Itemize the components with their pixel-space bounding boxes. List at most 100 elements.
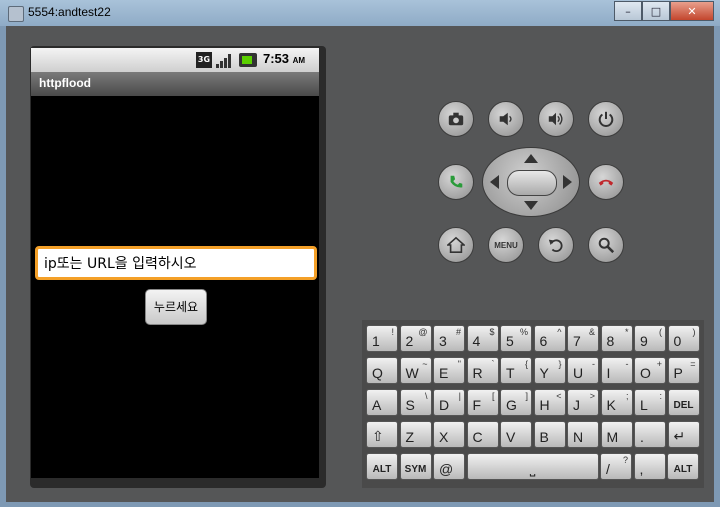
call-button[interactable] — [438, 164, 474, 200]
key-4-label: 4 — [472, 333, 481, 349]
key-h[interactable]: H < — [533, 389, 566, 416]
key-i[interactable]: I- — [600, 357, 633, 384]
key-o[interactable]: O + — [634, 357, 666, 384]
submit-button[interactable]: 누르세요 — [145, 289, 207, 325]
menu-button[interactable]: MENU — [488, 227, 524, 263]
key-at[interactable]: @ — [433, 453, 465, 480]
key-7[interactable]: 7 & — [567, 325, 599, 352]
key-z[interactable]: Z — [399, 421, 432, 448]
key-a[interactable]: A — [366, 389, 398, 416]
key-d-alt-label: | — [458, 391, 461, 401]
key-c[interactable]: C — [466, 421, 499, 448]
key-comma-label: , — [639, 461, 644, 477]
power-button[interactable] — [588, 101, 624, 137]
key-m-label: M — [606, 429, 619, 445]
key-space[interactable]: ⎵ — [466, 453, 599, 480]
volume-up-button[interactable] — [538, 101, 574, 137]
key-w[interactable]: W ~ — [399, 357, 432, 384]
device-screen: 3G 7:53 AM httpflood ip또는 URL을 입력하시오 누르세… — [31, 48, 319, 478]
hardware-keyboard: 1! 2 @3 #4 $5% 6 ^ 7 & 8 * 9(0) Q W ~ E " R ` T{Y} U - I - O + P = A… — [362, 320, 704, 488]
key-0-label: 0 — [673, 333, 682, 349]
dpad[interactable] — [482, 147, 580, 217]
key-r-label: R — [472, 365, 483, 381]
back-button[interactable] — [538, 227, 574, 263]
key-u[interactable]: U- — [567, 357, 599, 384]
key-alt-right[interactable]: ALT — [667, 453, 699, 480]
emulator-window: 5554:andtest22 – □ ✕ 3G 7:53 AM httpfloo… — [0, 0, 720, 507]
search-icon — [598, 237, 615, 254]
key-n-label: N — [573, 429, 584, 445]
url-input[interactable]: ip또는 URL을 입력하시오 — [35, 246, 317, 280]
minimize-button[interactable]: – — [614, 1, 642, 21]
key-g[interactable]: G] — [500, 389, 532, 416]
dpad-right-icon[interactable] — [563, 175, 572, 189]
search-button[interactable] — [588, 227, 624, 263]
dpad-up-icon[interactable] — [524, 154, 538, 163]
key-6[interactable]: 6 ^ — [533, 325, 566, 352]
key-b[interactable]: B — [533, 421, 566, 448]
key-9[interactable]: 9( — [634, 325, 666, 352]
dpad-center-button[interactable] — [507, 170, 557, 196]
key-i-label: I — [606, 365, 611, 381]
time-ampm: AM — [292, 56, 306, 65]
key-x[interactable]: X — [433, 421, 465, 448]
key-5[interactable]: 5% — [500, 325, 532, 352]
key-q[interactable]: Q — [366, 357, 398, 384]
key-8[interactable]: 8 * — [600, 325, 633, 352]
key-l[interactable]: L: — [634, 389, 666, 416]
power-icon — [598, 111, 614, 127]
key-enter[interactable]: ↵ — [667, 421, 700, 448]
key-k-label: K — [606, 397, 616, 413]
key-s-label: S — [405, 397, 415, 413]
key-5-label: 5 — [506, 333, 514, 349]
end-call-button[interactable] — [588, 164, 624, 200]
key-e[interactable]: E " — [433, 357, 465, 384]
key-j[interactable]: J > — [567, 389, 599, 416]
app-title-bar: httpflood — [31, 72, 319, 96]
key-k[interactable]: K; — [600, 389, 633, 416]
key-8-label: 8 — [606, 333, 615, 349]
key-at-label: @ — [439, 461, 454, 477]
key-7-label: 7 — [573, 333, 581, 349]
maximize-button[interactable]: □ — [642, 1, 670, 21]
volume-down-button[interactable] — [488, 101, 524, 137]
key-m[interactable]: M — [600, 421, 633, 448]
key-comma[interactable]: , — [633, 453, 666, 480]
key-t-label: T — [506, 365, 515, 381]
key-w-alt-label: ~ — [422, 359, 428, 369]
key-v[interactable]: V — [500, 421, 532, 448]
key-h-alt-label: < — [556, 391, 562, 401]
key-shift[interactable]: ⇧ — [366, 421, 398, 448]
key-sym[interactable]: SYM — [399, 453, 432, 480]
key-l-label: L — [640, 397, 648, 413]
key-del[interactable]: DEL — [667, 389, 700, 416]
close-button[interactable]: ✕ — [670, 1, 714, 21]
key-d-label: D — [439, 397, 450, 413]
key-s[interactable]: S \ — [399, 389, 432, 416]
key-y[interactable]: Y} — [533, 357, 566, 384]
key-4[interactable]: 4 $ — [466, 325, 499, 352]
dpad-left-icon[interactable] — [490, 175, 499, 189]
key-r[interactable]: R ` — [466, 357, 499, 384]
key-d[interactable]: D | — [433, 389, 465, 416]
title-bar[interactable]: 5554:andtest22 – □ ✕ — [0, 0, 720, 26]
key-t[interactable]: T{ — [500, 357, 532, 384]
key-f[interactable]: F[ — [466, 389, 499, 416]
key-alt-left[interactable]: ALT — [366, 453, 398, 480]
key-3[interactable]: 3 # — [433, 325, 465, 352]
key-p[interactable]: P = — [667, 357, 700, 384]
key-0[interactable]: 0) — [667, 325, 700, 352]
key-f-label: F — [472, 397, 482, 413]
key-n[interactable]: N — [567, 421, 599, 448]
dpad-down-icon[interactable] — [524, 201, 538, 210]
battery-icon — [239, 53, 257, 67]
key-period[interactable]: . — [634, 421, 666, 448]
key-slash[interactable]: /? — [600, 453, 632, 480]
key-u-alt-label: - — [592, 359, 595, 369]
home-button[interactable] — [438, 227, 474, 263]
key-alt-left-label: ALT — [372, 464, 392, 475]
key-1[interactable]: 1! — [366, 325, 398, 352]
key-3-alt-label: # — [455, 327, 461, 337]
camera-button[interactable] — [438, 101, 474, 137]
key-2[interactable]: 2 @ — [399, 325, 432, 352]
